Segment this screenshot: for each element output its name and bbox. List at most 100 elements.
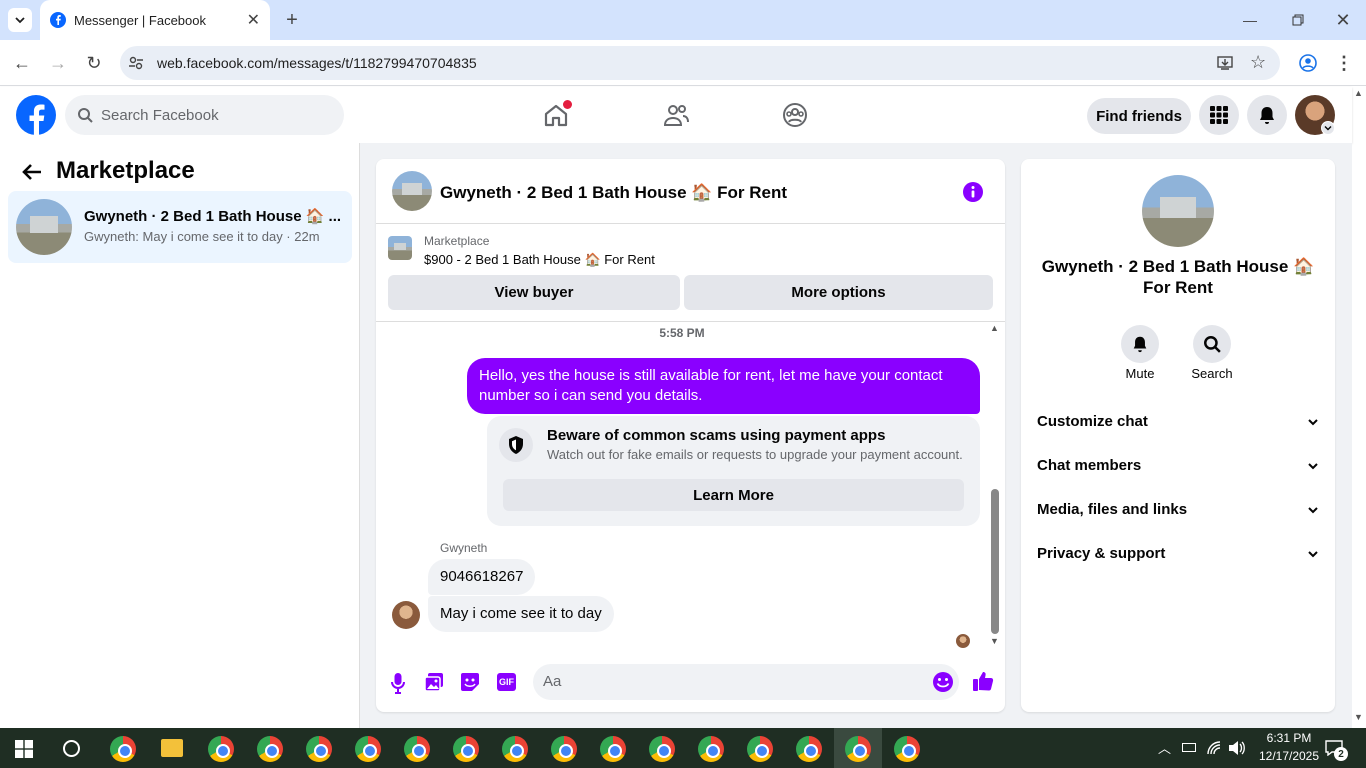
microphone-icon[interactable] bbox=[390, 672, 406, 694]
browser-tab[interactable]: Messenger | Facebook ✕ bbox=[40, 0, 270, 40]
chevron-down-icon bbox=[1324, 126, 1332, 131]
tab-search-button[interactable] bbox=[8, 8, 32, 32]
incoming-message[interactable]: May i come see it to day bbox=[428, 596, 614, 632]
chevron-down-icon bbox=[15, 17, 25, 24]
forward-button[interactable]: → bbox=[46, 51, 70, 75]
inbox-title: Marketplace bbox=[56, 157, 195, 184]
groups-icon bbox=[783, 103, 807, 127]
omnibox[interactable]: web.facebook.com/messages/t/118279947070… bbox=[120, 46, 1280, 80]
mute-button[interactable] bbox=[1121, 325, 1159, 363]
notifications-button[interactable] bbox=[1247, 95, 1287, 135]
chrome-taskbar-icon[interactable] bbox=[257, 736, 283, 762]
chrome-taskbar-icon[interactable] bbox=[698, 736, 724, 762]
chat-title[interactable]: Gwyneth · 2 Bed 1 Bath House 🏠 For Rent bbox=[440, 183, 787, 203]
listing-text[interactable]: $900 - 2 Bed 1 Bath House 🏠 For Rent bbox=[424, 252, 655, 268]
page-scroll-up-icon[interactable]: ▲ bbox=[1354, 88, 1363, 98]
show-hidden-icons-icon[interactable]: ︿ bbox=[1158, 738, 1171, 757]
seen-indicator-avatar bbox=[956, 634, 970, 648]
outgoing-message[interactable]: Hello, yes the house is still available … bbox=[467, 358, 980, 414]
chrome-taskbar-icon[interactable] bbox=[649, 736, 675, 762]
chevron-down-icon bbox=[1308, 462, 1318, 469]
chat-details-panel: Gwyneth · 2 Bed 1 Bath House 🏠 For Rent … bbox=[1021, 159, 1335, 712]
back-button[interactable]: ← bbox=[10, 51, 34, 75]
account-menu-chevron[interactable] bbox=[1321, 121, 1335, 135]
chat-panel: Gwyneth · 2 Bed 1 Bath House 🏠 For Rent … bbox=[376, 159, 1005, 712]
gif-icon[interactable]: GIF bbox=[497, 673, 516, 691]
message-input[interactable]: Aa bbox=[533, 664, 959, 700]
restore-button[interactable] bbox=[1288, 8, 1308, 32]
bookmark-star-icon[interactable]: ☆ bbox=[1250, 52, 1266, 73]
back-arrow-icon[interactable] bbox=[22, 163, 42, 181]
page-body: Marketplace Gwyneth · 2 Bed 1 Bath House… bbox=[0, 143, 1352, 728]
browser-menu-button[interactable]: ⋮ bbox=[1334, 51, 1354, 75]
section-label: Privacy & support bbox=[1037, 545, 1166, 562]
chat-scroll-up-icon[interactable]: ▲ bbox=[990, 323, 999, 333]
site-settings-icon[interactable] bbox=[129, 56, 143, 70]
windows-taskbar: ︿ 6:31 PM 12/17/2025 2 bbox=[0, 728, 1366, 768]
more-options-button[interactable]: More options bbox=[684, 275, 993, 310]
nav-friends[interactable] bbox=[662, 101, 690, 129]
chat-scroll-down-icon[interactable]: ▼ bbox=[990, 636, 999, 646]
chrome-taskbar-icon[interactable] bbox=[306, 736, 332, 762]
friends-icon bbox=[663, 105, 689, 126]
section-privacy-support[interactable]: Privacy & support bbox=[1037, 545, 1319, 562]
search-in-chat-button[interactable] bbox=[1193, 325, 1231, 363]
section-chat-members[interactable]: Chat members bbox=[1037, 457, 1319, 474]
volume-icon[interactable] bbox=[1228, 740, 1246, 756]
find-friends-button[interactable]: Find friends bbox=[1087, 98, 1191, 134]
close-window-button[interactable]: ✕ bbox=[1333, 8, 1353, 32]
listing-thumbnail[interactable] bbox=[388, 236, 412, 260]
emoji-icon[interactable] bbox=[932, 671, 954, 693]
search-icon bbox=[78, 108, 93, 123]
install-app-icon[interactable] bbox=[1217, 55, 1233, 71]
sticker-icon[interactable] bbox=[460, 672, 480, 692]
incoming-message[interactable]: 9046618267 bbox=[428, 559, 536, 595]
chrome-taskbar-icon[interactable] bbox=[747, 736, 773, 762]
details-avatar[interactable] bbox=[1142, 175, 1214, 247]
notification-badge: 2 bbox=[1334, 747, 1348, 761]
chrome-taskbar-icon[interactable] bbox=[110, 736, 136, 762]
wifi-icon[interactable] bbox=[1206, 740, 1222, 756]
cortana-search-icon[interactable] bbox=[63, 740, 80, 757]
facebook-search[interactable]: Search Facebook bbox=[65, 95, 344, 135]
sender-avatar[interactable] bbox=[392, 601, 420, 629]
conversation-item[interactable]: Gwyneth · 2 Bed 1 Bath House 🏠 ... Gwyne… bbox=[8, 191, 352, 263]
chrome-taskbar-icon[interactable] bbox=[453, 736, 479, 762]
chrome-taskbar-icon[interactable] bbox=[845, 736, 871, 762]
chat-avatar[interactable] bbox=[392, 171, 432, 211]
clock-time[interactable]: 6:31 PM bbox=[1254, 731, 1324, 745]
chrome-taskbar-icon[interactable] bbox=[894, 736, 920, 762]
learn-more-button[interactable]: Learn More bbox=[503, 479, 964, 511]
chrome-taskbar-icon[interactable] bbox=[355, 736, 381, 762]
nav-groups[interactable] bbox=[781, 101, 809, 129]
chrome-taskbar-icon[interactable] bbox=[502, 736, 528, 762]
browser-tab-strip: Messenger | Facebook ✕ + — ✕ bbox=[0, 0, 1366, 40]
tab-close-icon[interactable]: ✕ bbox=[247, 10, 260, 30]
chat-scrollbar-thumb[interactable] bbox=[991, 489, 999, 634]
chrome-taskbar-icon[interactable] bbox=[600, 736, 626, 762]
chrome-taskbar-icon[interactable] bbox=[208, 736, 234, 762]
menu-button[interactable] bbox=[1199, 95, 1239, 135]
page-scroll-down-icon[interactable]: ▼ bbox=[1354, 712, 1363, 722]
section-customize-chat[interactable]: Customize chat bbox=[1037, 413, 1319, 430]
facebook-logo-icon[interactable] bbox=[16, 95, 56, 135]
profile-button[interactable] bbox=[1296, 51, 1320, 75]
section-media-files-links[interactable]: Media, files and links bbox=[1037, 501, 1319, 518]
view-buyer-button[interactable]: View buyer bbox=[388, 275, 680, 310]
info-icon[interactable] bbox=[962, 181, 984, 203]
battery-icon[interactable] bbox=[1182, 743, 1196, 752]
thumbs-up-icon[interactable] bbox=[972, 670, 994, 692]
minimize-button[interactable]: — bbox=[1240, 8, 1260, 32]
new-tab-button[interactable]: + bbox=[282, 8, 302, 32]
chrome-taskbar-icon[interactable] bbox=[796, 736, 822, 762]
chrome-taskbar-icon[interactable] bbox=[404, 736, 430, 762]
reload-button[interactable]: ↻ bbox=[82, 51, 106, 75]
windows-start-icon[interactable] bbox=[15, 740, 33, 758]
nav-home[interactable] bbox=[542, 100, 572, 129]
details-name: Gwyneth · 2 Bed 1 Bath House 🏠 For Rent bbox=[1041, 257, 1315, 297]
photo-icon[interactable] bbox=[424, 672, 444, 692]
file-explorer-icon[interactable] bbox=[161, 739, 183, 757]
chrome-taskbar-icon[interactable] bbox=[551, 736, 577, 762]
clock-date[interactable]: 12/17/2025 bbox=[1254, 749, 1324, 763]
url-text: web.facebook.com/messages/t/118279947070… bbox=[157, 55, 477, 71]
